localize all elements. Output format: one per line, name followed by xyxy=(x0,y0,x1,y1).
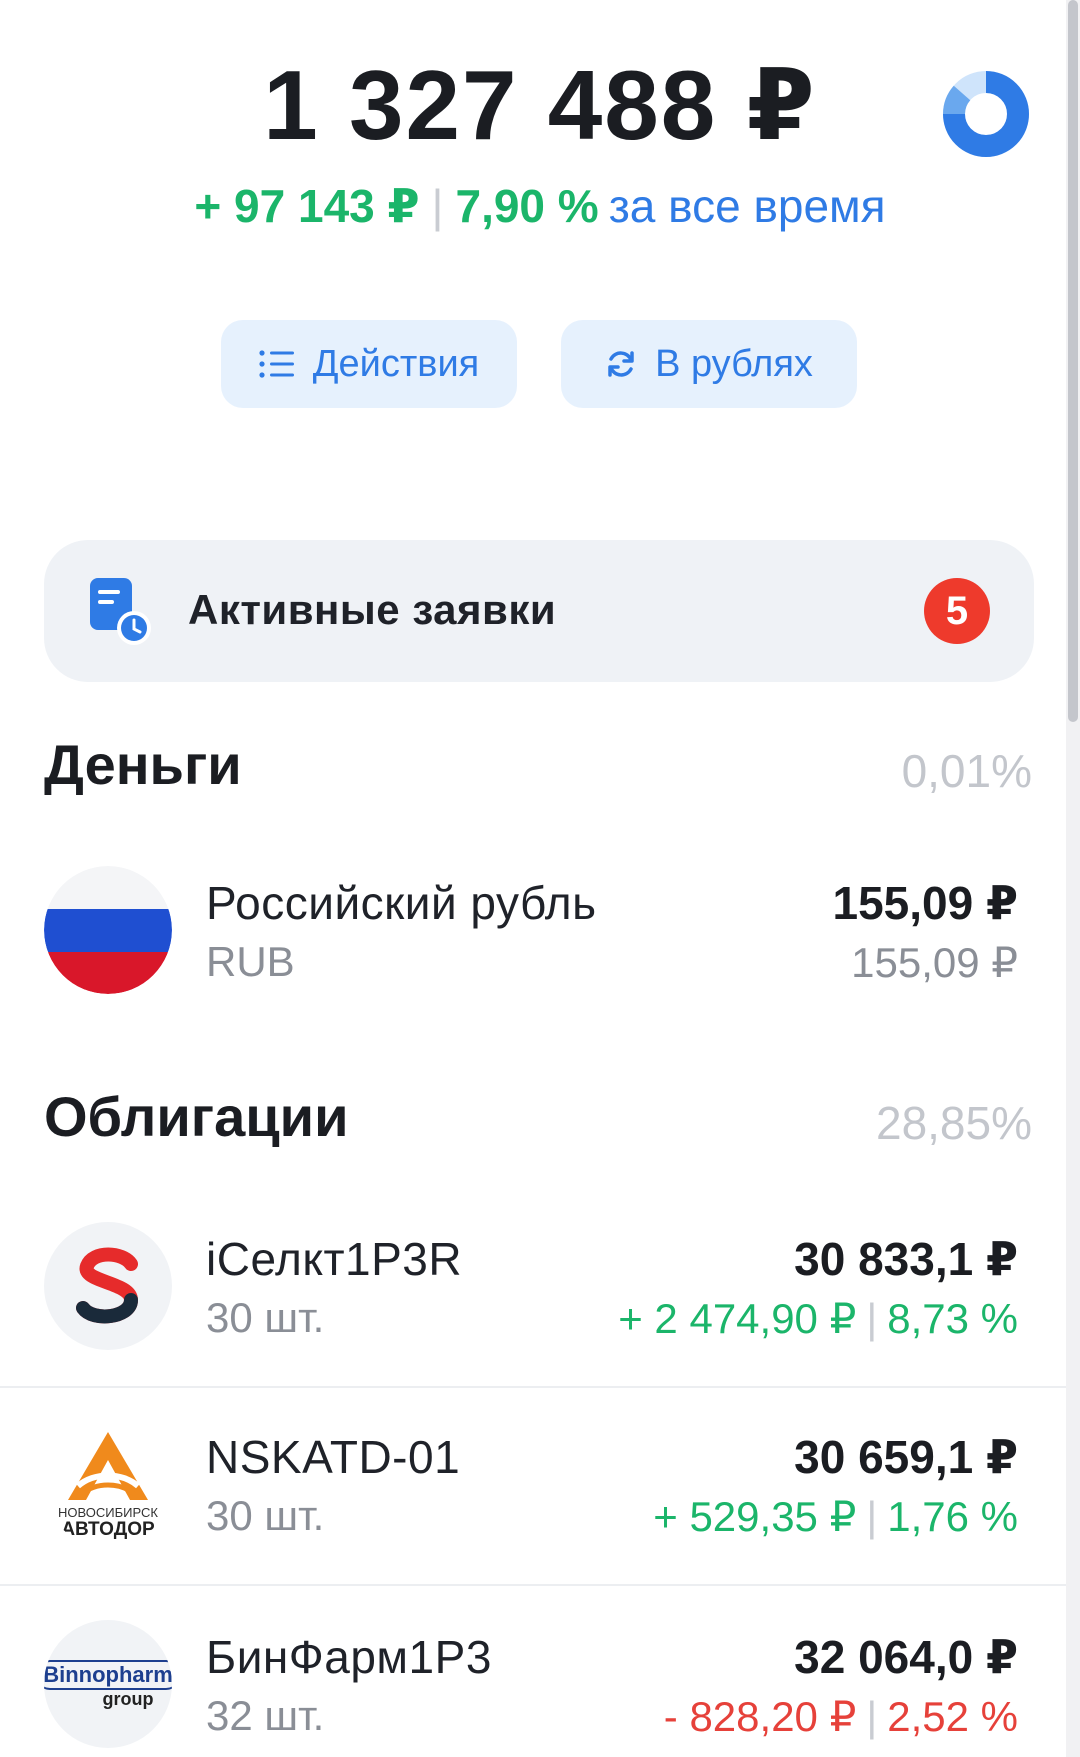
asset-value: 155,09 ₽ xyxy=(832,877,1018,929)
binnopharm-logo-line1: Binnopharm xyxy=(44,1660,172,1690)
refresh-icon xyxy=(605,348,637,380)
pie-chart-icon[interactable] xyxy=(940,68,1032,160)
active-orders-title: Активные заявки xyxy=(188,586,557,633)
asset-value: 32 064,0 ₽ xyxy=(794,1631,1018,1683)
portfolio-screen: 1 327 488 ₽ + 97 143 ₽ | 7,90 % за все врем… xyxy=(0,0,1080,1757)
currency-toggle-button[interactable]: В рублях xyxy=(561,320,857,408)
profit-percent: 7,90 % xyxy=(455,180,599,232)
asset-change-absolute: + 2 474,90 ₽ xyxy=(618,1295,857,1342)
asset-change: + 529,35 ₽ | 1,76 % xyxy=(653,1493,1018,1540)
asset-quantity: 32 шт. xyxy=(206,1692,325,1739)
portfolio-total: 1 327 488 ₽ xyxy=(263,50,817,160)
asset-change-percent: 2,52 % xyxy=(887,1693,1018,1740)
asset-change: + 2 474,90 ₽ | 8,73 % xyxy=(618,1295,1018,1342)
currency-toggle-label: В рублях xyxy=(655,342,813,385)
profit-period-selector[interactable]: за все время xyxy=(609,180,886,232)
profit-absolute: + 97 143 ₽ xyxy=(194,180,420,232)
asset-value: 30 659,1 ₽ xyxy=(794,1431,1018,1483)
asset-change-absolute: + 529,35 ₽ xyxy=(653,1493,857,1540)
asset-change: - 828,20 ₽ | 2,52 % xyxy=(663,1693,1018,1740)
active-orders-card[interactable]: Активные заявки 5 xyxy=(44,540,1034,682)
list-item-rub[interactable]: Российский рубль RUB 155,09 ₽ 155,09 ₽ xyxy=(0,866,1066,1006)
list-item-bond[interactable]: Binnopharm group БинФарм1Р3 32 шт. 32 06… xyxy=(0,1620,1066,1757)
asset-change-absolute: - 828,20 ₽ xyxy=(663,1693,857,1740)
asset-name: Российский рубль xyxy=(206,877,597,929)
asset-change-percent: 1,76 % xyxy=(887,1493,1018,1540)
active-orders-count-badge: 5 xyxy=(924,578,990,644)
actions-button-label: Действия xyxy=(312,342,480,385)
profit-separator: | xyxy=(431,180,444,232)
asset-change-percent: 8,73 % xyxy=(887,1295,1018,1342)
binnopharm-logo-line2: group xyxy=(102,1689,154,1709)
avtodor-logo-line2: АВТОДОР xyxy=(61,1519,155,1540)
asset-sub-value: 155,09 ₽ xyxy=(851,939,1018,986)
selectel-logo-icon xyxy=(44,1222,172,1350)
document-clock-icon xyxy=(88,576,154,646)
asset-name: iСелкт1Р3R xyxy=(206,1233,463,1285)
section-share-bonds: 28,85% xyxy=(875,1097,1032,1149)
asset-ticker: RUB xyxy=(206,938,295,985)
list-icon xyxy=(259,349,295,379)
asset-quantity: 30 шт. xyxy=(206,1294,325,1341)
row-divider xyxy=(0,1584,1066,1586)
list-item-bond[interactable]: iСелкт1Р3R 30 шт. 30 833,1 ₽ + 2 474,90 … xyxy=(0,1222,1066,1362)
russia-flag-icon xyxy=(44,866,172,994)
section-title-money: Деньги xyxy=(44,733,242,796)
asset-name: NSKATD-01 xyxy=(206,1431,461,1483)
actions-button[interactable]: Действия xyxy=(221,320,517,408)
row-divider xyxy=(0,1386,1066,1388)
asset-name: БинФарм1Р3 xyxy=(206,1631,492,1683)
section-share-money: 0,01% xyxy=(901,745,1032,797)
binnopharm-logo-icon: Binnopharm group xyxy=(44,1620,172,1748)
profit-summary: + 97 143 ₽ | 7,90 % за все время xyxy=(0,178,1080,234)
list-item-bond[interactable]: НОВОСИБИРСК АВТОДОР NSKATD-01 30 шт. 30 … xyxy=(0,1420,1066,1560)
avtodor-logo-icon: НОВОСИБИРСК АВТОДОР xyxy=(44,1420,172,1548)
scrollbar[interactable] xyxy=(1066,0,1080,1757)
asset-quantity: 30 шт. xyxy=(206,1492,325,1539)
asset-value: 30 833,1 ₽ xyxy=(794,1233,1018,1285)
section-title-bonds: Облигации xyxy=(44,1085,349,1148)
avtodor-logo-line1: НОВОСИБИРСК xyxy=(58,1505,158,1520)
